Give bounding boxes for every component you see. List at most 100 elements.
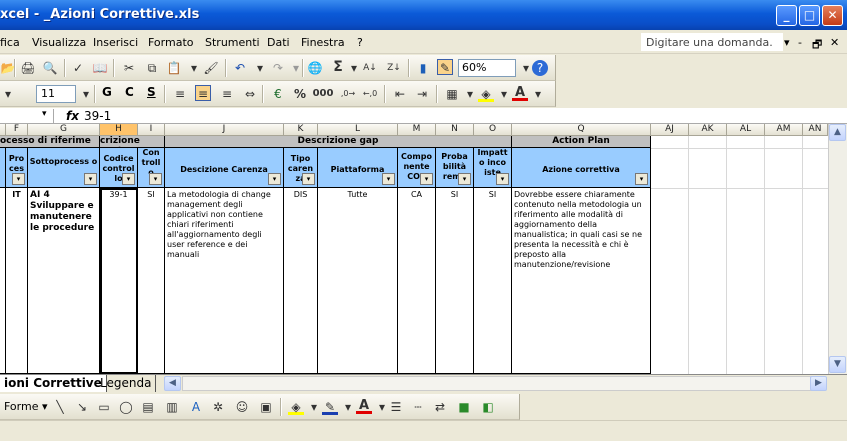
filter-dropdown-icon[interactable]: ▾ (149, 173, 162, 185)
column-header-ak[interactable]: AK (689, 124, 727, 136)
close-button[interactable]: ✕ (822, 5, 843, 26)
scroll-up-icon[interactable]: ▲ (829, 124, 846, 141)
research-icon[interactable]: 📖 (92, 60, 108, 76)
font-color-dropdown-icon[interactable]: ▾ (530, 86, 546, 102)
header-descrizione-carenza[interactable]: Descizione Carenza ▾ (165, 148, 284, 188)
sort-ascending-icon[interactable]: A↓ (362, 60, 378, 76)
undo-icon[interactable]: ↶ (232, 60, 248, 76)
shapes-menu[interactable]: Forme ▾ (4, 400, 48, 413)
cell-componente[interactable]: CA (398, 188, 436, 374)
doc-minimize-icon[interactable]: - (798, 36, 802, 49)
currency-icon[interactable]: € (270, 86, 286, 102)
menu-help[interactable]: ? (357, 36, 363, 49)
filter-dropdown-icon[interactable]: ▾ (84, 173, 97, 185)
format-painter-icon[interactable]: 🖌 (203, 60, 219, 76)
sheet-tab-azioni-correttive[interactable]: ioni Correttive (0, 375, 107, 392)
header-tipo-carenza[interactable]: Tipo caren za ▾ (284, 148, 318, 188)
font-color-icon[interactable]: A (512, 85, 528, 101)
vertical-textbox-icon[interactable]: ▥ (164, 399, 180, 415)
cell-impatto[interactable]: SI (474, 188, 512, 374)
column-header-al[interactable]: AL (727, 124, 765, 136)
cell-probabilita[interactable]: SI (436, 188, 474, 374)
filter-dropdown-icon[interactable]: ▾ (12, 173, 25, 185)
drawing-toggle-icon[interactable]: ✎ (437, 59, 453, 75)
italic-button[interactable]: C (125, 85, 134, 99)
line-color-dropdown-icon[interactable]: ▾ (340, 399, 356, 415)
fill-color-icon[interactable]: ◈ (478, 86, 494, 102)
line-style-icon[interactable]: ☰ (388, 399, 404, 415)
font-size-field[interactable]: 11 (36, 85, 76, 103)
tab-scroll-left-icon[interactable]: ◀ (164, 376, 181, 391)
cell-azione-correttiva[interactable]: Dovrebbe essere chiaramente contenuto ne… (512, 188, 651, 374)
cell-controllo[interactable]: SI (138, 188, 165, 374)
column-header-h[interactable]: H (100, 124, 138, 136)
rectangle-icon[interactable]: ▭ (96, 399, 112, 415)
horizontal-scrollbar[interactable] (182, 376, 812, 391)
menu-inserisci[interactable]: Inserisci (93, 36, 138, 49)
3d-style-icon[interactable]: ◧ (480, 399, 496, 415)
column-header-n[interactable]: N (436, 124, 474, 136)
filter-dropdown-icon[interactable]: ▾ (635, 173, 648, 185)
column-header-am[interactable]: AM (765, 124, 803, 136)
doc-close-icon[interactable]: ✕ (830, 36, 839, 49)
cell-sottoprocesso[interactable]: AI 4 Sviluppare e manutenere le procedur… (28, 188, 100, 374)
merge-center-icon[interactable]: ⇔ (242, 86, 258, 102)
align-right-icon[interactable]: ≡ (219, 86, 235, 102)
sheet-tab-legenda[interactable]: Legenda (96, 375, 157, 392)
line-icon[interactable]: ╲ (52, 399, 68, 415)
paste-dropdown-icon[interactable]: ▾ (186, 60, 202, 76)
filter-dropdown-icon[interactable]: ▾ (268, 173, 281, 185)
increase-decimal-icon[interactable]: ,0→ (340, 86, 356, 102)
formula-input[interactable]: 39-1 (84, 109, 111, 123)
cell-processo[interactable]: IT (6, 188, 28, 374)
font-name-dropdown-icon[interactable]: ▾ (0, 86, 16, 102)
menu-visualizza[interactable]: Visualizza (32, 36, 86, 49)
fill-color-dropdown-icon[interactable]: ▾ (496, 86, 512, 102)
column-header-i[interactable]: I (138, 124, 165, 136)
help-icon[interactable]: ? (532, 60, 548, 76)
filter-dropdown-icon[interactable]: ▾ (302, 173, 315, 185)
insert-function-icon[interactable]: fx (66, 109, 79, 123)
minimize-button[interactable]: _ (776, 5, 797, 26)
zoom-box[interactable]: 60% (458, 59, 516, 77)
bold-button[interactable]: G (102, 85, 112, 99)
dash-style-icon[interactable]: ┄ (410, 399, 426, 415)
line-color-icon[interactable]: ✎ (322, 399, 338, 415)
borders-dropdown-icon[interactable]: ▾ (462, 86, 478, 102)
shadow-icon[interactable]: ■ (456, 399, 472, 415)
vertical-scrollbar[interactable]: ▲ ▼ (828, 124, 847, 374)
header-processo[interactable]: Pro ces ▾ (6, 148, 28, 188)
column-header-f[interactable]: F (6, 124, 28, 136)
header-impatto[interactable]: Impatt o inco iste ▾ (474, 148, 512, 188)
filter-dropdown-icon[interactable]: ▾ (420, 173, 433, 185)
header-piattaforma[interactable]: Piattaforma ▾ (318, 148, 398, 188)
header-azione-correttiva[interactable]: Azione correttiva ▾ (512, 148, 651, 188)
chart-wizard-icon[interactable]: ▮ (415, 60, 431, 76)
arrow-style-icon[interactable]: ⇄ (432, 399, 448, 415)
ask-question-input[interactable]: Digitare una domanda. (641, 33, 783, 51)
column-header-o[interactable]: O (474, 124, 512, 136)
doc-restore-icon[interactable]: 🗗 (812, 36, 822, 55)
menu-file[interactable]: fica (0, 36, 20, 49)
cell-descrizione-carenza[interactable]: La metodologia di change management degl… (165, 188, 284, 374)
undo-dropdown-icon[interactable]: ▾ (252, 60, 268, 76)
name-box-dropdown-icon[interactable]: ▾ (42, 109, 47, 119)
column-header-j[interactable]: J (165, 124, 284, 136)
borders-icon[interactable]: ▦ (444, 86, 460, 102)
font-size-dropdown-icon[interactable]: ▾ (78, 86, 94, 102)
copy-icon[interactable]: ⧉ (144, 60, 160, 76)
picture-icon[interactable]: ▣ (258, 399, 274, 415)
column-header-g[interactable]: G (28, 124, 100, 136)
oval-icon[interactable]: ◯ (118, 399, 134, 415)
autosum-dropdown-icon[interactable]: ▾ (346, 60, 362, 76)
cell-piattaforma[interactable]: Tutte (318, 188, 398, 374)
cut-icon[interactable]: ✂ (121, 60, 137, 76)
wordart-icon[interactable]: A (188, 399, 204, 415)
filter-dropdown-icon[interactable]: ▾ (382, 173, 395, 185)
decrease-decimal-icon[interactable]: ←,0 (362, 86, 378, 102)
filter-dropdown-icon[interactable]: ▾ (458, 173, 471, 185)
diagram-icon[interactable]: ✲ (210, 399, 226, 415)
draw-fill-color-icon[interactable]: ◈ (288, 399, 304, 415)
increase-indent-icon[interactable]: ⇥ (414, 86, 430, 102)
cell-codice-controllo-selected[interactable]: 39-1 (100, 188, 138, 374)
